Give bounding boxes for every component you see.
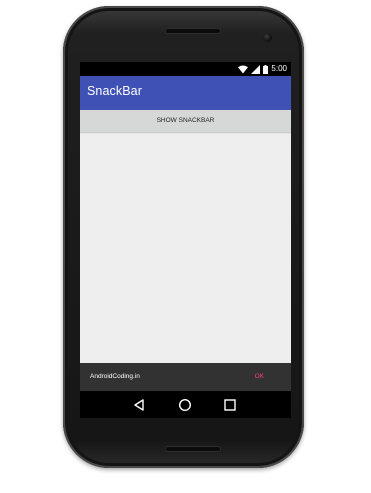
battery-icon (263, 64, 269, 74)
snackbar-message: AndroidCoding.in (90, 373, 140, 380)
snackbar: AndroidCoding.in OK (80, 363, 291, 391)
show-snackbar-button[interactable]: SHOW SNACKBAR (80, 110, 291, 132)
status-bar: 5:00 (80, 62, 291, 76)
earpiece-speaker (166, 29, 220, 33)
app-title: SnackBar (87, 84, 142, 98)
device-screen: 5:00 SnackBar SHOW SNACKBAR AndroidCodin… (80, 62, 291, 418)
snackbar-ok-button[interactable]: OK (255, 363, 264, 391)
front-camera (263, 33, 272, 42)
back-icon[interactable] (132, 398, 146, 412)
wifi-icon (238, 65, 249, 74)
bottom-speaker (166, 447, 220, 451)
signal-icon (251, 64, 261, 74)
recents-icon[interactable] (223, 398, 237, 412)
home-icon[interactable] (178, 398, 192, 412)
app-bar: SnackBar (80, 76, 291, 110)
navigation-bar (80, 391, 291, 418)
main-content: SHOW SNACKBAR (80, 110, 291, 372)
status-icons: 5:00 (238, 63, 287, 75)
status-time: 5:00 (271, 64, 287, 73)
